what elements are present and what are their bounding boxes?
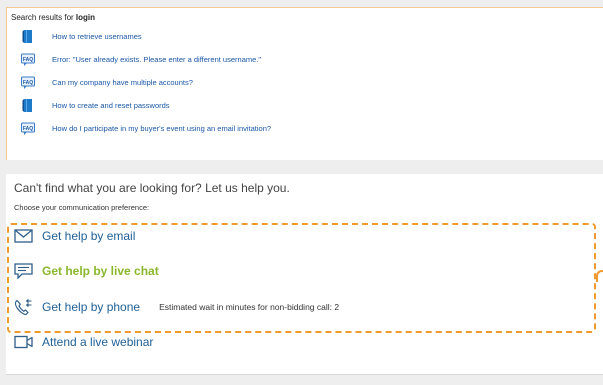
svg-text:FAQ: FAQ xyxy=(23,57,33,63)
phone-help-link[interactable]: Get help by phone xyxy=(42,300,140,314)
phone-icon xyxy=(14,298,33,316)
result-item[interactable]: How to retrieve usernames xyxy=(21,26,142,46)
chat-help-option[interactable]: Get help by live chat xyxy=(14,260,159,282)
svg-text:FAQ: FAQ xyxy=(23,126,33,132)
divider xyxy=(6,374,603,375)
result-item[interactable]: FAQ How do I participate in my buyer's e… xyxy=(21,118,271,138)
result-item[interactable]: How to create and reset passwords xyxy=(21,95,170,115)
result-link[interactable]: Error: "User already exists. Please ente… xyxy=(52,55,261,64)
faq-icon: FAQ xyxy=(21,121,35,136)
phone-help-option[interactable]: Get help by phone Estimated wait in minu… xyxy=(14,296,339,318)
result-link[interactable]: How do I participate in my buyer's event… xyxy=(52,124,271,133)
faq-icon: FAQ xyxy=(21,75,35,90)
result-link[interactable]: How to retrieve usernames xyxy=(52,32,142,41)
email-help-link[interactable]: Get help by email xyxy=(42,229,135,243)
result-item[interactable]: FAQ Error: "User already exists. Please … xyxy=(21,49,261,69)
chat-help-link[interactable]: Get help by live chat xyxy=(42,264,159,278)
help-title: Can't find what you are looking for? Let… xyxy=(14,181,290,195)
svg-text:FAQ: FAQ xyxy=(23,80,33,86)
video-camera-icon xyxy=(14,335,33,349)
search-query: login xyxy=(75,13,96,22)
faq-icon: FAQ xyxy=(21,52,35,67)
webinar-option[interactable]: Attend a live webinar xyxy=(14,331,153,353)
chat-bubble-icon xyxy=(14,263,33,279)
results-header-prefix: Search results for xyxy=(11,13,76,22)
results-header: Search results for login xyxy=(7,8,603,27)
envelope-icon xyxy=(14,229,33,243)
result-link[interactable]: Can my company have multiple accounts? xyxy=(52,78,193,87)
book-icon xyxy=(21,98,35,113)
phone-wait-note: Estimated wait in minutes for non-biddin… xyxy=(159,302,340,312)
help-subtitle: Choose your communication preference: xyxy=(14,203,150,212)
webinar-link[interactable]: Attend a live webinar xyxy=(42,335,153,349)
search-results-panel: Search results for login How to retrieve… xyxy=(6,7,603,160)
email-help-option[interactable]: Get help by email xyxy=(14,225,135,247)
callout-connector xyxy=(596,270,603,282)
result-item[interactable]: FAQ Can my company have multiple account… xyxy=(21,72,193,92)
help-panel: Can't find what you are looking for? Let… xyxy=(6,174,603,374)
result-link[interactable]: How to create and reset passwords xyxy=(52,101,170,110)
book-icon xyxy=(21,29,35,44)
